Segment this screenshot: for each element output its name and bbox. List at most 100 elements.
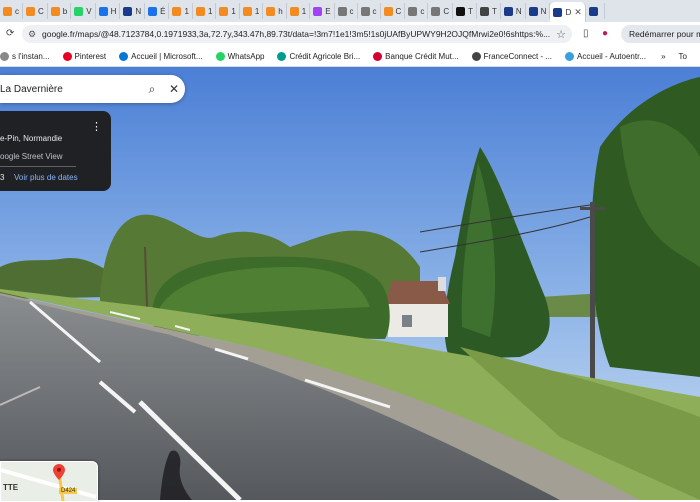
- tab-favicon-icon: [480, 6, 489, 16]
- search-box[interactable]: La Davernière ⌕ ✕: [0, 75, 185, 103]
- bookmark-item[interactable]: Banque Crédit Mut...: [373, 51, 459, 61]
- browser-tab[interactable]: T: [477, 3, 501, 19]
- bookmark-favicon-icon: [0, 51, 9, 61]
- browser-tab[interactable]: 1: [193, 3, 217, 19]
- browser-toolbar: ⟳ ⚙ google.fr/maps/@48.7123784,0.1971933…: [0, 22, 700, 46]
- tab-label: h: [278, 6, 283, 16]
- browser-tab[interactable]: N: [120, 3, 146, 19]
- road-number: D424: [59, 488, 78, 494]
- more-options-icon[interactable]: ⋮: [91, 120, 102, 133]
- minimap-place-label: TTE: [3, 483, 19, 492]
- restart-button[interactable]: Redémarrer pour met: [621, 25, 700, 43]
- tab-favicon-icon: [242, 6, 252, 16]
- bookmark-item[interactable]: Pinterest: [62, 51, 106, 61]
- browser-tab[interactable]: c: [0, 3, 23, 19]
- tab-label: C: [395, 6, 402, 16]
- bookmark-favicon-icon: [565, 51, 575, 61]
- tab-favicon-icon: [219, 6, 229, 16]
- browser-tab[interactable]: [586, 3, 605, 19]
- tab-label: N: [540, 6, 547, 16]
- browser-tab[interactable]: D ✕: [550, 2, 586, 22]
- browser-tab[interactable]: É: [145, 3, 170, 19]
- browser-tab[interactable]: C: [381, 3, 406, 19]
- minimap-roads: [1, 468, 97, 501]
- tab-favicon-icon: [431, 6, 441, 16]
- browser-tab[interactable]: b: [48, 3, 72, 19]
- close-tab-icon[interactable]: ✕: [574, 7, 582, 18]
- source-text: oogle Street View: [0, 152, 63, 161]
- bookmark-item[interactable]: Accueil - Autoentr...: [565, 51, 646, 61]
- browser-tab[interactable]: c: [335, 3, 358, 19]
- capture-date: 3: [0, 173, 5, 182]
- site-info-icon[interactable]: ⚙: [26, 29, 38, 40]
- bookmark-favicon-icon: [277, 51, 287, 61]
- browser-tab[interactable]: 1: [216, 3, 240, 19]
- bookmark-item[interactable]: s l'instan...: [0, 51, 50, 61]
- tab-label: T: [492, 6, 497, 16]
- bookmark-item[interactable]: Crédit Agricole Bri...: [277, 51, 361, 61]
- browser-tab[interactable]: V: [71, 3, 96, 19]
- bookmark-favicon-icon: [373, 51, 383, 61]
- tab-favicon-icon: [123, 6, 133, 16]
- tab-favicon-icon: [3, 6, 12, 16]
- bookmark-item[interactable]: FranceConnect - ...: [471, 51, 553, 61]
- browser-tab[interactable]: E: [310, 3, 335, 19]
- tab-label: 1: [231, 6, 236, 16]
- address-bar[interactable]: ⚙ google.fr/maps/@48.7123784,0.1971933,3…: [22, 25, 572, 43]
- tab-label: V: [86, 6, 92, 16]
- tab-favicon-icon: [337, 6, 347, 16]
- bookmarks-bar: s l'instan... Pinterest Accueil | Microsof…: [0, 46, 700, 67]
- divider: [0, 166, 76, 167]
- tab-favicon-icon: [50, 6, 60, 16]
- tab-favicon-icon: [360, 6, 370, 16]
- tab-favicon-icon: [588, 6, 598, 16]
- browser-tab[interactable]: c: [405, 3, 429, 19]
- bookmark-label: WhatsApp: [227, 51, 265, 61]
- address-url: google.fr/maps/@48.7123784,0.1971933,3a,…: [42, 29, 551, 39]
- bookmark-item[interactable]: Accueil | Microsoft...: [119, 51, 203, 61]
- browser-tab[interactable]: N: [526, 3, 551, 19]
- browser-tab[interactable]: c: [358, 3, 381, 19]
- close-icon[interactable]: ✕: [163, 82, 185, 96]
- bookmark-star-icon[interactable]: ☆: [556, 28, 566, 41]
- browser-tab[interactable]: 1: [240, 3, 264, 19]
- search-icon[interactable]: ⌕: [141, 82, 163, 97]
- browser-tab[interactable]: T: [453, 3, 477, 19]
- browser-tab[interactable]: h: [263, 3, 287, 19]
- tab-favicon-icon: [74, 6, 84, 16]
- location-text: e-Pin, Normandie: [0, 134, 63, 143]
- reload-icon[interactable]: ⟳: [6, 28, 14, 39]
- bookmark-label: Crédit Agricole Bri...: [289, 51, 361, 61]
- tab-favicon-icon: [148, 6, 158, 16]
- bookmark-label: Accueil - Autoentr...: [577, 51, 646, 61]
- bookmark-label: FranceConnect - ...: [483, 51, 553, 61]
- minimap[interactable]: TTE D424: [0, 461, 98, 502]
- profile-icon[interactable]: ●: [602, 28, 608, 39]
- browser-tab[interactable]: 1: [287, 3, 311, 19]
- tab-favicon-icon: [98, 6, 108, 16]
- tab-label: H: [110, 6, 117, 16]
- tab-label: É: [160, 6, 166, 16]
- bookmarks-overflow-icon[interactable]: »: [661, 52, 665, 61]
- tab-favicon-icon: [195, 6, 205, 16]
- tab-label: c: [372, 6, 377, 16]
- location-pin-icon: [53, 464, 65, 480]
- browser-tab[interactable]: C: [428, 3, 454, 19]
- tab-favicon-icon: [503, 6, 513, 16]
- browser-tab[interactable]: 1: [169, 3, 193, 19]
- bookmark-favicon-icon: [471, 51, 481, 61]
- bookmark-favicon-icon: [119, 51, 129, 61]
- bookmark-item[interactable]: WhatsApp: [215, 51, 265, 61]
- browser-tab[interactable]: C: [23, 3, 48, 19]
- bookmarks-overflow-label[interactable]: To: [679, 52, 687, 61]
- see-more-dates-link[interactable]: Voir plus de dates: [14, 173, 78, 182]
- bookmark-favicon-icon: [62, 51, 72, 61]
- tab-strip: c Cb V H N É 1 1 1 1 h 1 Ec c Cc C T T N N D ✕: [0, 0, 700, 22]
- browser-tab[interactable]: H: [96, 3, 121, 19]
- browser-tab[interactable]: N: [501, 3, 526, 19]
- sidebar-icon[interactable]: ▯: [583, 28, 589, 39]
- tab-favicon-icon: [408, 6, 418, 16]
- tab-favicon-icon: [289, 6, 299, 16]
- search-query[interactable]: La Davernière: [0, 84, 141, 95]
- tab-label: 1: [254, 6, 260, 16]
